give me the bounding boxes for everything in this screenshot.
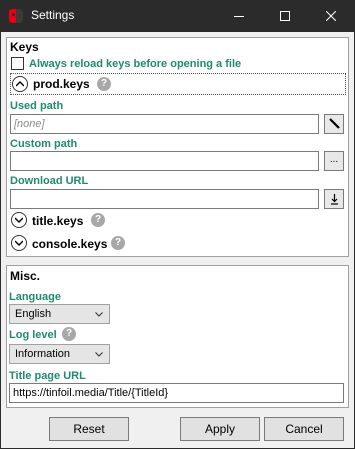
chevron-down-icon [15, 240, 23, 246]
chevron-up-icon [16, 81, 24, 87]
always-reload-checkbox[interactable] [11, 57, 24, 70]
maximize-button[interactable] [262, 0, 308, 32]
title-keys-help-icon[interactable]: ? [91, 213, 105, 227]
edit-path-button[interactable] [324, 114, 344, 134]
console-keys-label[interactable]: console.keys [32, 237, 107, 251]
prod-keys-header[interactable]: prod.keys ? [10, 73, 346, 95]
always-reload-label[interactable]: Always reload keys before opening a file [29, 58, 241, 70]
title-page-url-input[interactable]: https://tinfoil.media/Title/{TitleId} [9, 383, 344, 403]
console-keys-help-icon[interactable]: ? [111, 236, 125, 250]
misc-group-title: Misc. [10, 269, 41, 283]
language-select[interactable]: English [9, 304, 110, 324]
misc-group: Misc. Language English Log level ? Infor… [6, 265, 349, 408]
apply-button[interactable]: Apply [180, 417, 260, 441]
cancel-button[interactable]: Cancel [264, 417, 344, 441]
chevron-down-icon [95, 312, 103, 317]
prod-keys-label: prod.keys [33, 77, 90, 91]
used-path-field[interactable]: [none] [10, 114, 319, 134]
app-icon [9, 9, 23, 23]
download-button[interactable] [324, 189, 344, 209]
download-url-label: Download URL [10, 175, 89, 187]
keys-group: Keys Always reload keys before opening a… [6, 37, 349, 257]
custom-path-input[interactable] [10, 151, 319, 171]
console-keys-expander[interactable] [11, 235, 27, 251]
download-icon [331, 194, 338, 205]
log-level-help-icon[interactable]: ? [62, 327, 76, 341]
prod-keys-help-icon[interactable]: ? [97, 77, 111, 91]
language-value: English [15, 308, 52, 320]
pencil-icon [329, 118, 340, 129]
log-level-value: Information [15, 348, 71, 360]
used-path-label: Used path [10, 100, 64, 112]
title-page-url-label: Title page URL [9, 370, 86, 382]
prod-keys-expander[interactable] [12, 76, 28, 92]
log-level-select[interactable]: Information [9, 344, 110, 364]
close-button[interactable] [308, 0, 354, 32]
title-bar[interactable]: Settings [0, 0, 355, 32]
title-keys-label[interactable]: title.keys [32, 214, 83, 228]
reset-button[interactable]: Reset [49, 417, 129, 441]
chevron-down-icon [15, 217, 23, 223]
minimize-button[interactable] [216, 0, 262, 32]
browse-button[interactable]: ... [324, 151, 344, 171]
keys-group-title: Keys [10, 40, 39, 54]
close-icon [326, 11, 336, 21]
window-title: Settings [31, 8, 75, 22]
window-client: Keys Always reload keys before opening a… [1, 32, 354, 448]
download-url-input[interactable] [10, 189, 319, 209]
log-level-label: Log level [9, 329, 57, 341]
title-keys-expander[interactable] [11, 212, 27, 228]
custom-path-label: Custom path [10, 138, 78, 150]
chevron-down-icon [95, 352, 103, 357]
language-label: Language [9, 291, 61, 303]
